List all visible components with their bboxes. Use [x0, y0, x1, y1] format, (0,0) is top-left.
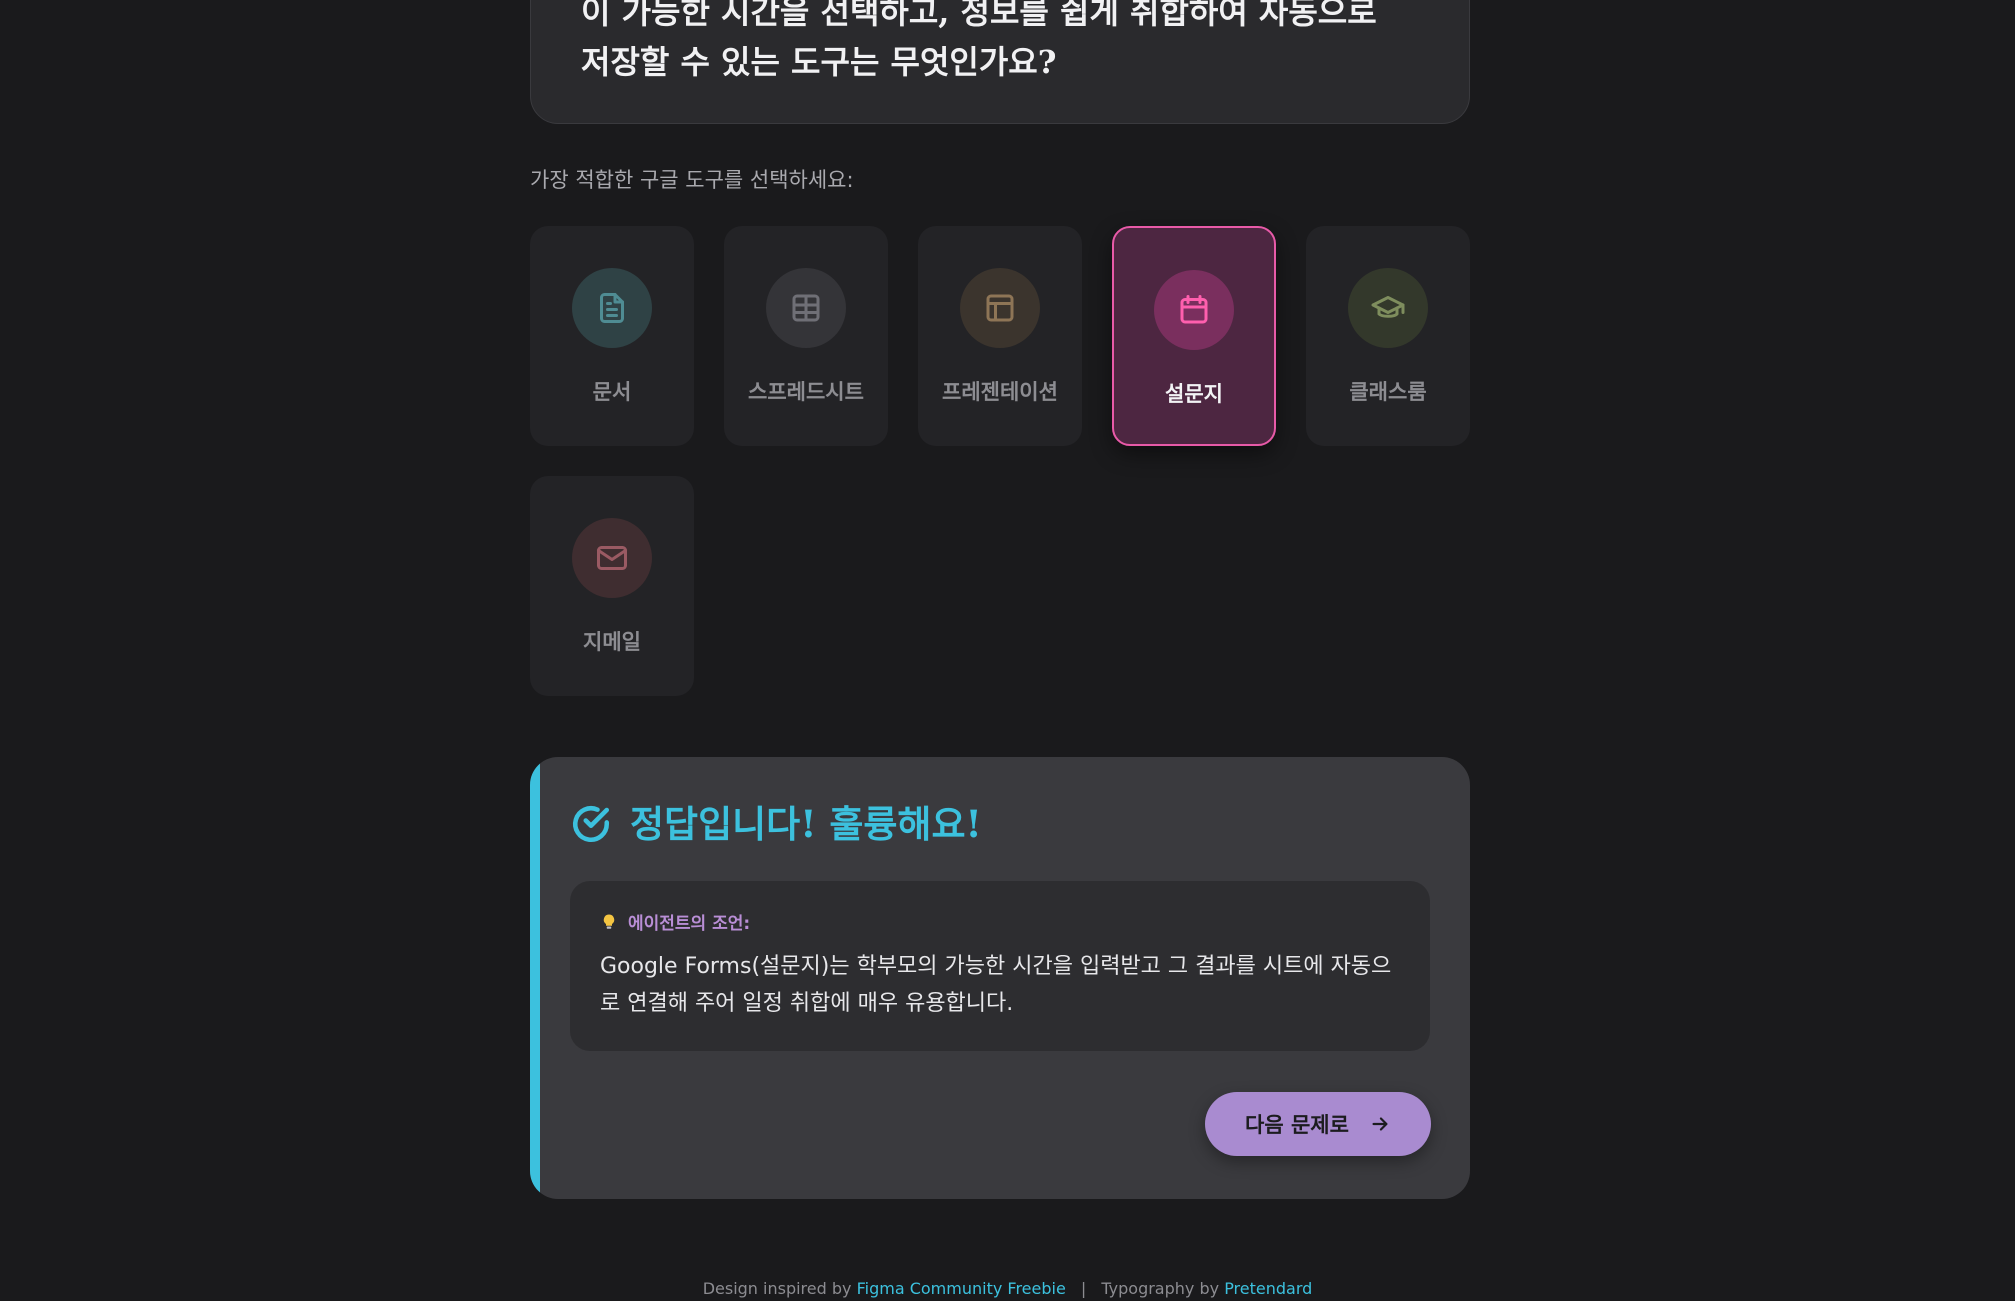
next-question-label: 다음 문제로 [1245, 1113, 1349, 1137]
option-label: 지메일 [583, 630, 641, 654]
option-label: 설문지 [1165, 382, 1223, 406]
document-icon [600, 293, 624, 323]
option-presentation[interactable]: 프레젠테이션 [918, 226, 1082, 446]
figma-community-link[interactable]: Figma Community Freebie [857, 1279, 1066, 1298]
option-label: 스프레드시트 [748, 380, 864, 404]
feedback-title: 정답입니다! 훌륭해요! [630, 802, 982, 846]
option-label: 프레젠테이션 [942, 380, 1058, 404]
question-card: 이 가능한 시간을 선택하고, 정보를 쉽게 취합하여 자동으로 저장할 수 있… [530, 0, 1470, 124]
calendar-icon [1180, 295, 1208, 324]
arrow-right-icon [1372, 1117, 1388, 1131]
pretendard-link[interactable]: Pretendard [1224, 1279, 1312, 1298]
calendar-icon-circle [1154, 270, 1234, 350]
advice-heading: 에이전트의 조언: [600, 909, 1400, 934]
option-label: 클래스룸 [1349, 380, 1427, 404]
option-classroom[interactable]: 클래스룸 [1306, 226, 1470, 446]
graduation-cap-icon [1371, 296, 1405, 318]
quiz-page: 이 가능한 시간을 선택하고, 정보를 쉽게 취합하여 자동으로 저장할 수 있… [0, 0, 2015, 1301]
table-icon-circle [766, 268, 846, 348]
check-circle-icon [573, 805, 610, 842]
feedback-title-row: 정답입니다! 훌륭해요! [570, 799, 982, 849]
layout-icon-circle [960, 268, 1040, 348]
advice-box: 에이전트의 조언: Google Forms(설문지)는 학부모의 가능한 시간… [570, 881, 1430, 1051]
feedback-card: 정답입니다! 훌륭해요! 에이전트의 조언: Google Forms(설문지)… [530, 757, 1470, 1199]
mail-icon [597, 546, 627, 570]
mail-icon-circle [572, 518, 652, 598]
table-icon [792, 294, 820, 322]
footer-type-prefix: Typography by [1101, 1279, 1220, 1298]
feedback-accent-bar [530, 757, 540, 1199]
footer-separator: | [1080, 1279, 1087, 1298]
footer: Design inspired by Figma Community Freeb… [0, 1278, 2015, 1300]
option-label: 문서 [592, 380, 632, 404]
layout-icon [986, 294, 1014, 322]
advice-heading-text: 에이전트의 조언: [628, 914, 751, 934]
lightbulb-icon [603, 914, 615, 929]
question-text: 이 가능한 시간을 선택하고, 정보를 쉽게 취합하여 자동으로 저장할 수 있… [581, 0, 1377, 81]
document-icon-circle [572, 268, 652, 348]
option-forms[interactable]: 설문지 [1112, 226, 1276, 446]
graduation-cap-icon-circle [1348, 268, 1428, 348]
option-spreadsheet[interactable]: 스프레드시트 [724, 226, 888, 446]
option-document[interactable]: 문서 [530, 226, 694, 446]
next-question-button[interactable]: 다음 문제로 [1205, 1092, 1431, 1156]
advice-text: Google Forms(설문지)는 학부모의 가능한 시간을 입력받고 그 결… [600, 954, 1392, 1016]
option-gmail[interactable]: 지메일 [530, 476, 694, 696]
footer-design-prefix: Design inspired by [702, 1279, 852, 1298]
prompt-label: 가장 적합한 구글 도구를 선택하세요: [530, 168, 854, 192]
